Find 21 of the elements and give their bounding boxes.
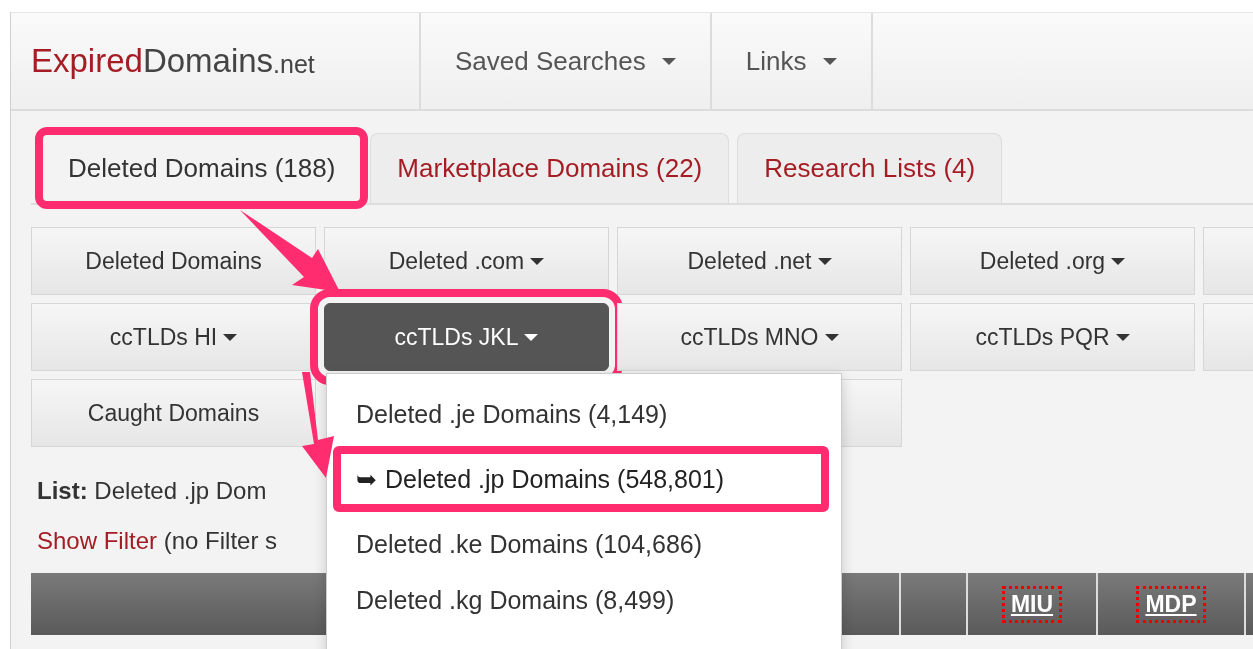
column-sort-link[interactable]: MIU <box>1001 585 1063 623</box>
tab[interactable]: Research Lists (4) <box>737 133 1003 203</box>
tab[interactable]: Marketplace Domains (22) <box>370 133 730 203</box>
menu-item[interactable]: Deleted .kg Domains (8,499) <box>327 576 841 624</box>
nav-menu[interactable]: Links <box>711 13 873 109</box>
menu-button[interactable]: ccTLDs PQR <box>910 303 1195 371</box>
filter-note: (no Filter s <box>163 527 278 554</box>
list-label: List: <box>37 477 88 504</box>
site-logo[interactable]: ExpiredDomains.net <box>11 13 421 109</box>
menu-button[interactable]: Deleted Domains <box>31 227 316 295</box>
menu-button[interactable]: ccTLDs MNO <box>617 303 902 371</box>
menu-button[interactable]: Caught Domains <box>31 379 316 447</box>
menu-item[interactable]: Deleted .ke Domains (104,686) <box>327 520 841 568</box>
show-filter-link[interactable]: Show Filter <box>37 527 158 554</box>
column-sort-link[interactable]: MDP <box>1136 585 1206 623</box>
menu-button[interactable]: Deleted .net <box>617 227 902 295</box>
nav-menu[interactable]: Saved Searches <box>421 13 712 109</box>
menu-item[interactable]: Deleted .je Domains (4,149) <box>327 390 841 438</box>
menu-item[interactable]: ➥ Deleted .jp Domains (548,801) <box>333 446 829 512</box>
list-name: Deleted .jp Dom <box>94 477 267 504</box>
menu-button[interactable]: Deleted .org <box>910 227 1195 295</box>
